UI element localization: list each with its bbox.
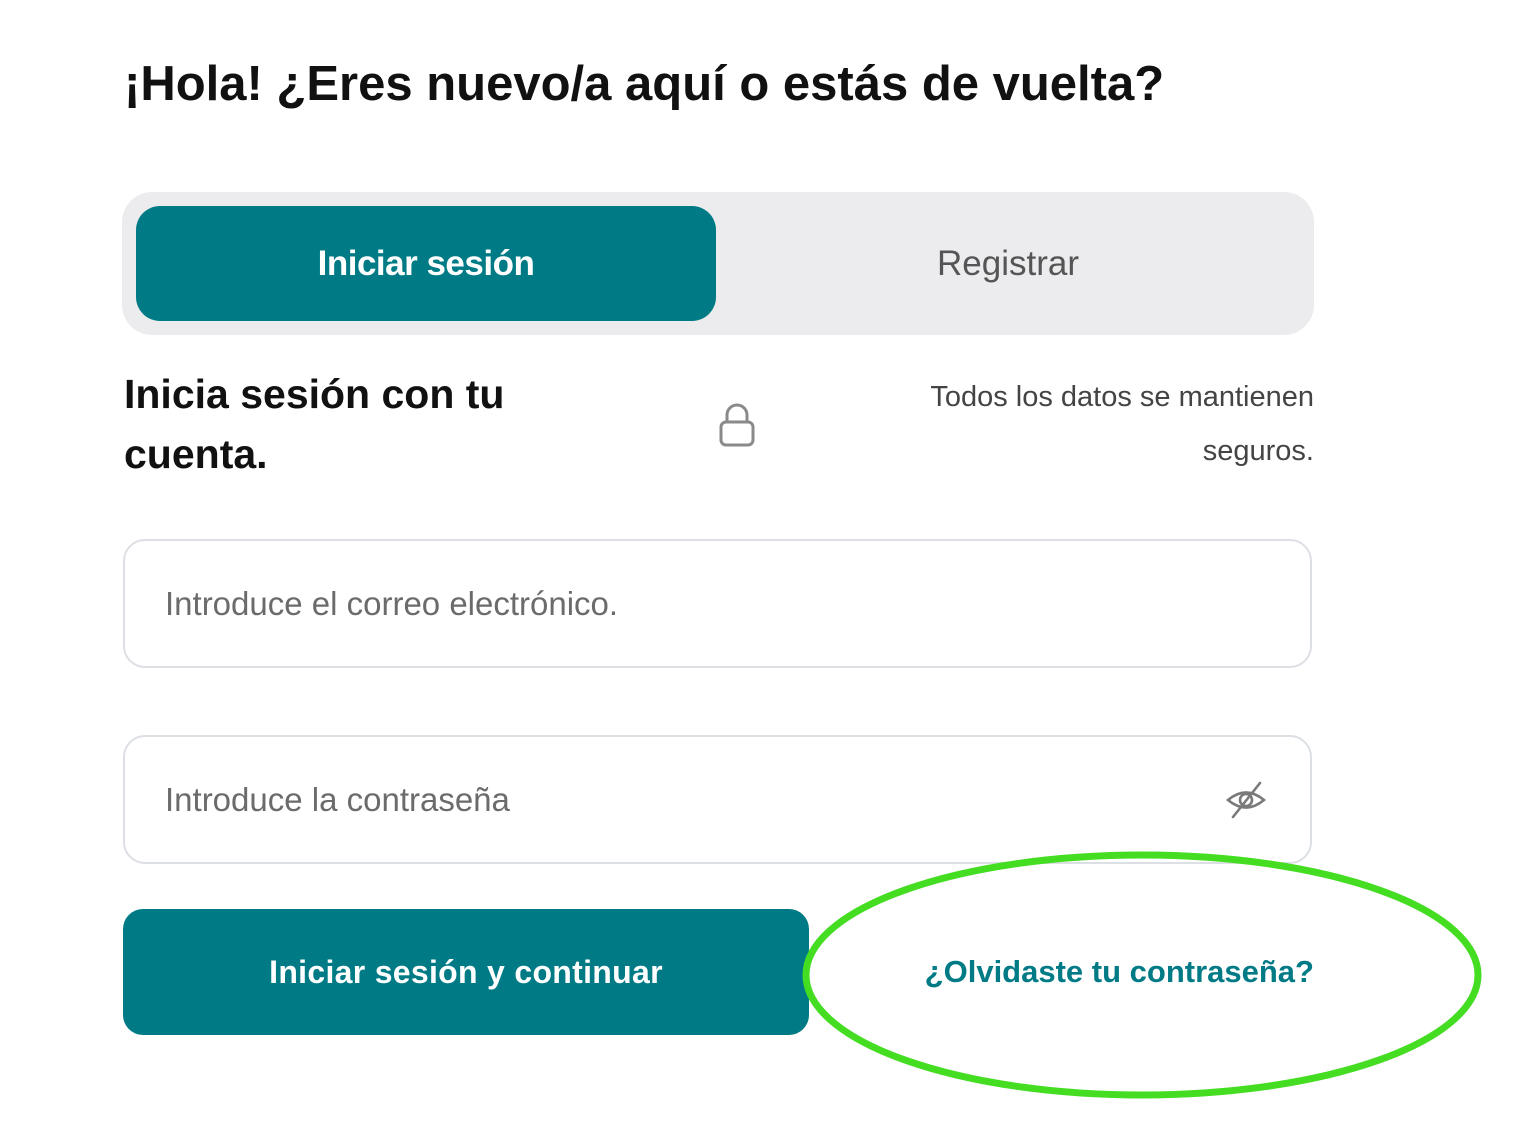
eye-slash-icon[interactable]	[1223, 777, 1269, 823]
login-section-title: Inicia sesión con tu cuenta.	[124, 371, 505, 477]
auth-tab-bar: Iniciar sesión Registrar	[122, 192, 1314, 335]
lock-icon	[719, 403, 755, 447]
forgot-password-link[interactable]: ¿Olvidaste tu contraseña?	[860, 950, 1314, 994]
login-submit-button[interactable]: Iniciar sesión y continuar	[123, 909, 809, 1035]
email-input[interactable]	[165, 541, 1205, 666]
email-field	[123, 539, 1312, 668]
password-field	[123, 735, 1312, 864]
page-title: ¡Hola! ¿Eres nuevo/a aquí o estás de vue…	[124, 57, 1165, 111]
tab-login[interactable]: Iniciar sesión	[136, 206, 716, 321]
tab-register[interactable]: Registrar	[716, 206, 1300, 321]
password-input[interactable]	[165, 737, 1205, 862]
security-note: Todos los datos se mantienen seguros.	[930, 381, 1314, 467]
